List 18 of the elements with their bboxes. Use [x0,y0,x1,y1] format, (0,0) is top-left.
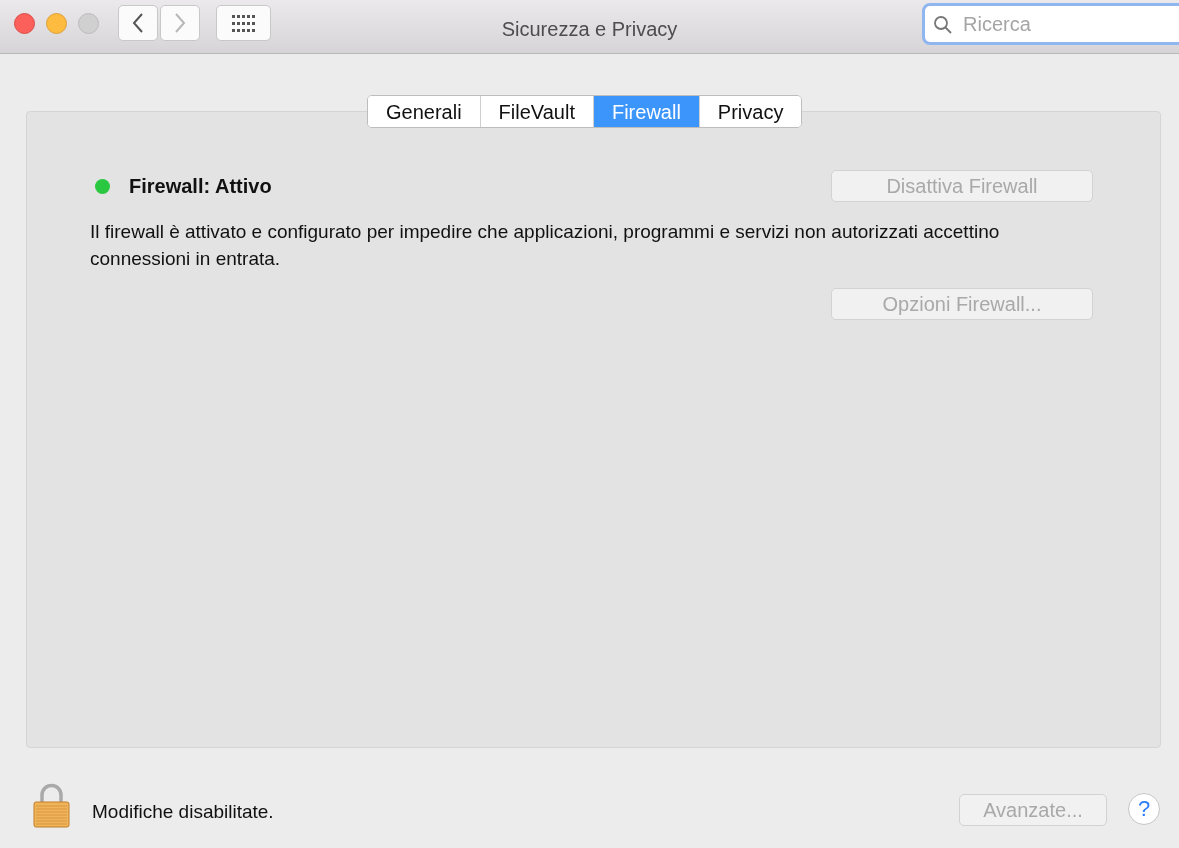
tab[interactable]: Privacy [698,96,802,127]
search-field[interactable]: Ricerca [922,3,1179,45]
tab[interactable]: Firewall [592,96,699,127]
help-button[interactable]: ? [1128,793,1160,825]
lock-icon[interactable] [33,783,70,828]
minimize-icon[interactable] [46,13,67,34]
zoom-icon [78,13,99,34]
back-button[interactable] [118,5,158,41]
chevron-left-icon [131,12,145,34]
grid-icon [231,14,256,32]
chevron-right-icon [173,12,187,34]
grid-view-button[interactable] [216,5,271,41]
window-title: Sicurezza e Privacy [501,17,678,42]
close-icon[interactable] [14,13,35,34]
firewall-description: Il firewall è attivato e configurato per impedire che applicazioni, programmi e servizi non autorizzati accettino connessioni in entrata. [90,220,1001,271]
search-icon [933,15,953,35]
firewall-status: Firewall: Attivo [129,174,272,199]
lock-status-label: Modifiche disabilitate. [92,800,274,825]
